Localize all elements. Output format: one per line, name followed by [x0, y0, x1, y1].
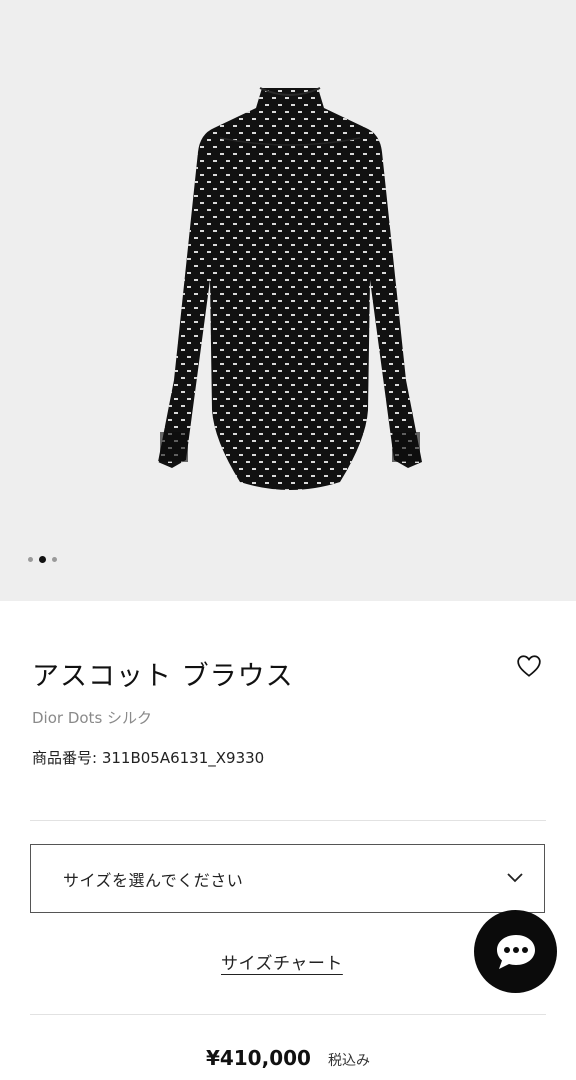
- carousel-dot[interactable]: [52, 557, 57, 562]
- heart-icon[interactable]: [516, 654, 542, 678]
- divider: [30, 1014, 546, 1015]
- chevron-down-icon: [507, 873, 523, 883]
- chat-bubble-icon: [496, 934, 535, 969]
- product-subtitle: Dior Dots シルク: [32, 709, 153, 727]
- size-select-placeholder: サイズを選んでください: [63, 870, 244, 890]
- carousel-indicator: [28, 556, 57, 563]
- divider: [30, 820, 546, 821]
- product-sku: 商品番号: 311B05A6131_X9330: [32, 749, 265, 767]
- carousel-dot[interactable]: [28, 557, 33, 562]
- carousel-dot-active[interactable]: [39, 556, 46, 563]
- product-image[interactable]: [140, 80, 440, 500]
- chat-button[interactable]: [474, 910, 557, 993]
- price-tax-note: 税込み: [328, 1053, 371, 1069]
- price-row: ¥410,000 税込み: [0, 1046, 576, 1070]
- price-amount: ¥410,000: [205, 1046, 311, 1070]
- size-chart-link[interactable]: サイズチャート: [221, 949, 343, 974]
- product-image-gallery[interactable]: [0, 0, 576, 601]
- size-select[interactable]: サイズを選んでください: [30, 844, 545, 913]
- product-title: アスコット ブラウス: [32, 661, 294, 692]
